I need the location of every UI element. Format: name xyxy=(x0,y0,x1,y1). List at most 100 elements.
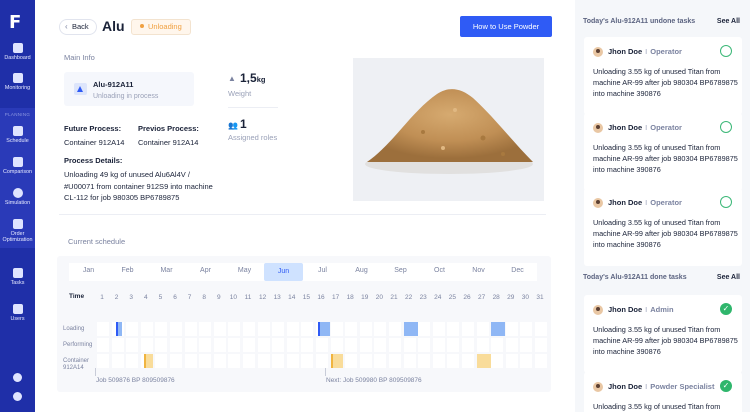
schedule-cell[interactable] xyxy=(462,354,474,368)
schedule-cell[interactable] xyxy=(286,354,299,368)
task-card[interactable]: Jhon Doe I Admin ✓ Unloading 3.55 kg of un… xyxy=(584,295,742,373)
schedule-cell[interactable] xyxy=(213,322,226,336)
schedule-cell[interactable] xyxy=(476,322,489,336)
done-see-all-link[interactable]: See All xyxy=(717,274,740,281)
schedule-cell[interactable] xyxy=(199,354,212,368)
schedule-cell[interactable] xyxy=(126,354,139,368)
schedule-cell[interactable] xyxy=(505,322,518,336)
month-may[interactable]: May xyxy=(225,267,264,274)
schedule-cell[interactable] xyxy=(520,322,533,336)
sidebar-item-schedule[interactable]: Schedule xyxy=(0,126,35,144)
month-aug[interactable]: Aug xyxy=(342,267,381,274)
schedule-cell[interactable] xyxy=(345,338,358,352)
check-icon[interactable]: ✓ xyxy=(720,380,732,392)
schedule-cell[interactable] xyxy=(520,354,533,368)
schedule-cell[interactable] xyxy=(389,338,401,352)
schedule-cell[interactable] xyxy=(535,322,547,336)
schedule-cell[interactable] xyxy=(97,322,109,336)
schedule-cell[interactable] xyxy=(491,354,504,368)
undone-see-all-link[interactable]: See All xyxy=(717,18,740,25)
schedule-cell[interactable] xyxy=(126,322,139,336)
schedule-cell[interactable] xyxy=(228,338,241,352)
schedule-cell[interactable] xyxy=(199,322,212,336)
schedule-cell[interactable] xyxy=(462,338,474,352)
sidebar-item-monitoring[interactable]: Monitoring xyxy=(0,73,35,91)
schedule-cell[interactable] xyxy=(359,338,372,352)
month-jun[interactable]: Jun xyxy=(264,263,303,281)
schedule-cell[interactable] xyxy=(330,338,343,352)
month-mar[interactable]: Mar xyxy=(147,267,186,274)
month-nov[interactable]: Nov xyxy=(459,267,498,274)
schedule-cell[interactable] xyxy=(184,322,197,336)
schedule-cell[interactable] xyxy=(403,338,416,352)
month-oct[interactable]: Oct xyxy=(420,267,459,274)
month-dec[interactable]: Dec xyxy=(498,267,537,274)
schedule-cell[interactable] xyxy=(228,322,241,336)
sidebar-item-dashboard[interactable]: Dashboard xyxy=(0,43,35,61)
schedule-cell[interactable] xyxy=(389,322,401,336)
schedule-cell[interactable] xyxy=(359,354,372,368)
schedule-cell[interactable] xyxy=(374,322,387,336)
schedule-cell[interactable] xyxy=(111,354,124,368)
schedule-cell[interactable] xyxy=(170,354,182,368)
schedule-cell[interactable] xyxy=(243,322,255,336)
month-sep[interactable]: Sep xyxy=(381,267,420,274)
task-checkbox[interactable] xyxy=(720,45,732,57)
schedule-cell[interactable] xyxy=(126,338,139,352)
schedule-cell[interactable] xyxy=(520,338,533,352)
sidebar-item-tasks[interactable]: Tasks xyxy=(0,268,35,286)
schedule-cell[interactable] xyxy=(316,354,328,368)
task-card[interactable]: Jhon Doe I Powder Specialist ✓ Unloading 3… xyxy=(584,372,742,412)
month-apr[interactable]: Apr xyxy=(186,267,225,274)
schedule-cell[interactable] xyxy=(155,354,168,368)
schedule-cell[interactable] xyxy=(243,338,255,352)
schedule-cell[interactable] xyxy=(243,354,255,368)
task-checkbox[interactable] xyxy=(720,196,732,208)
schedule-cell[interactable] xyxy=(272,354,285,368)
schedule-cell[interactable] xyxy=(286,338,299,352)
how-to-use-powder-button[interactable]: How to Use Powder xyxy=(460,16,552,37)
schedule-cell[interactable] xyxy=(505,354,518,368)
schedule-cell[interactable] xyxy=(213,338,226,352)
sidebar-item-order-optimization[interactable]: Order Optimization xyxy=(0,219,35,243)
schedule-cell[interactable] xyxy=(286,322,299,336)
sidebar-item-users[interactable]: Users xyxy=(0,304,35,322)
schedule-cell[interactable] xyxy=(330,322,343,336)
schedule-cell[interactable] xyxy=(199,338,212,352)
month-jul[interactable]: Jul xyxy=(303,267,342,274)
task-checkbox[interactable] xyxy=(720,121,732,133)
back-button[interactable]: ‹ Back xyxy=(59,19,97,35)
schedule-cell[interactable] xyxy=(389,354,401,368)
schedule-cell[interactable] xyxy=(140,338,153,352)
schedule-cell[interactable] xyxy=(272,322,285,336)
check-icon[interactable]: ✓ xyxy=(720,303,732,315)
schedule-cell[interactable] xyxy=(257,354,270,368)
schedule-cell[interactable] xyxy=(170,338,182,352)
schedule-cell[interactable] xyxy=(505,338,518,352)
schedule-cell[interactable] xyxy=(301,322,314,336)
schedule-cell[interactable] xyxy=(403,354,416,368)
schedule-cell[interactable] xyxy=(155,322,168,336)
schedule-cell[interactable] xyxy=(184,338,197,352)
schedule-cell[interactable] xyxy=(476,338,489,352)
help-button[interactable] xyxy=(0,392,35,401)
schedule-cell[interactable] xyxy=(228,354,241,368)
schedule-cell[interactable] xyxy=(345,354,358,368)
month-jan[interactable]: Jan xyxy=(69,267,108,274)
schedule-cell[interactable] xyxy=(535,338,547,352)
schedule-cell[interactable] xyxy=(418,322,431,336)
schedule-cell[interactable] xyxy=(97,354,109,368)
schedule-cell[interactable] xyxy=(301,338,314,352)
schedule-cell[interactable] xyxy=(257,322,270,336)
schedule-cell[interactable] xyxy=(432,354,445,368)
schedule-cell[interactable] xyxy=(374,338,387,352)
sidebar-item-comparison[interactable]: Comparison xyxy=(0,157,35,175)
schedule-cell[interactable] xyxy=(447,322,460,336)
schedule-cell[interactable] xyxy=(447,338,460,352)
schedule-cell[interactable] xyxy=(418,354,431,368)
schedule-cell[interactable] xyxy=(374,354,387,368)
schedule-cell[interactable] xyxy=(447,354,460,368)
task-card[interactable]: Jhon Doe I Operator Unloading 3.55 kg of u… xyxy=(584,37,742,115)
schedule-cell[interactable] xyxy=(316,338,328,352)
schedule-cell[interactable] xyxy=(272,338,285,352)
